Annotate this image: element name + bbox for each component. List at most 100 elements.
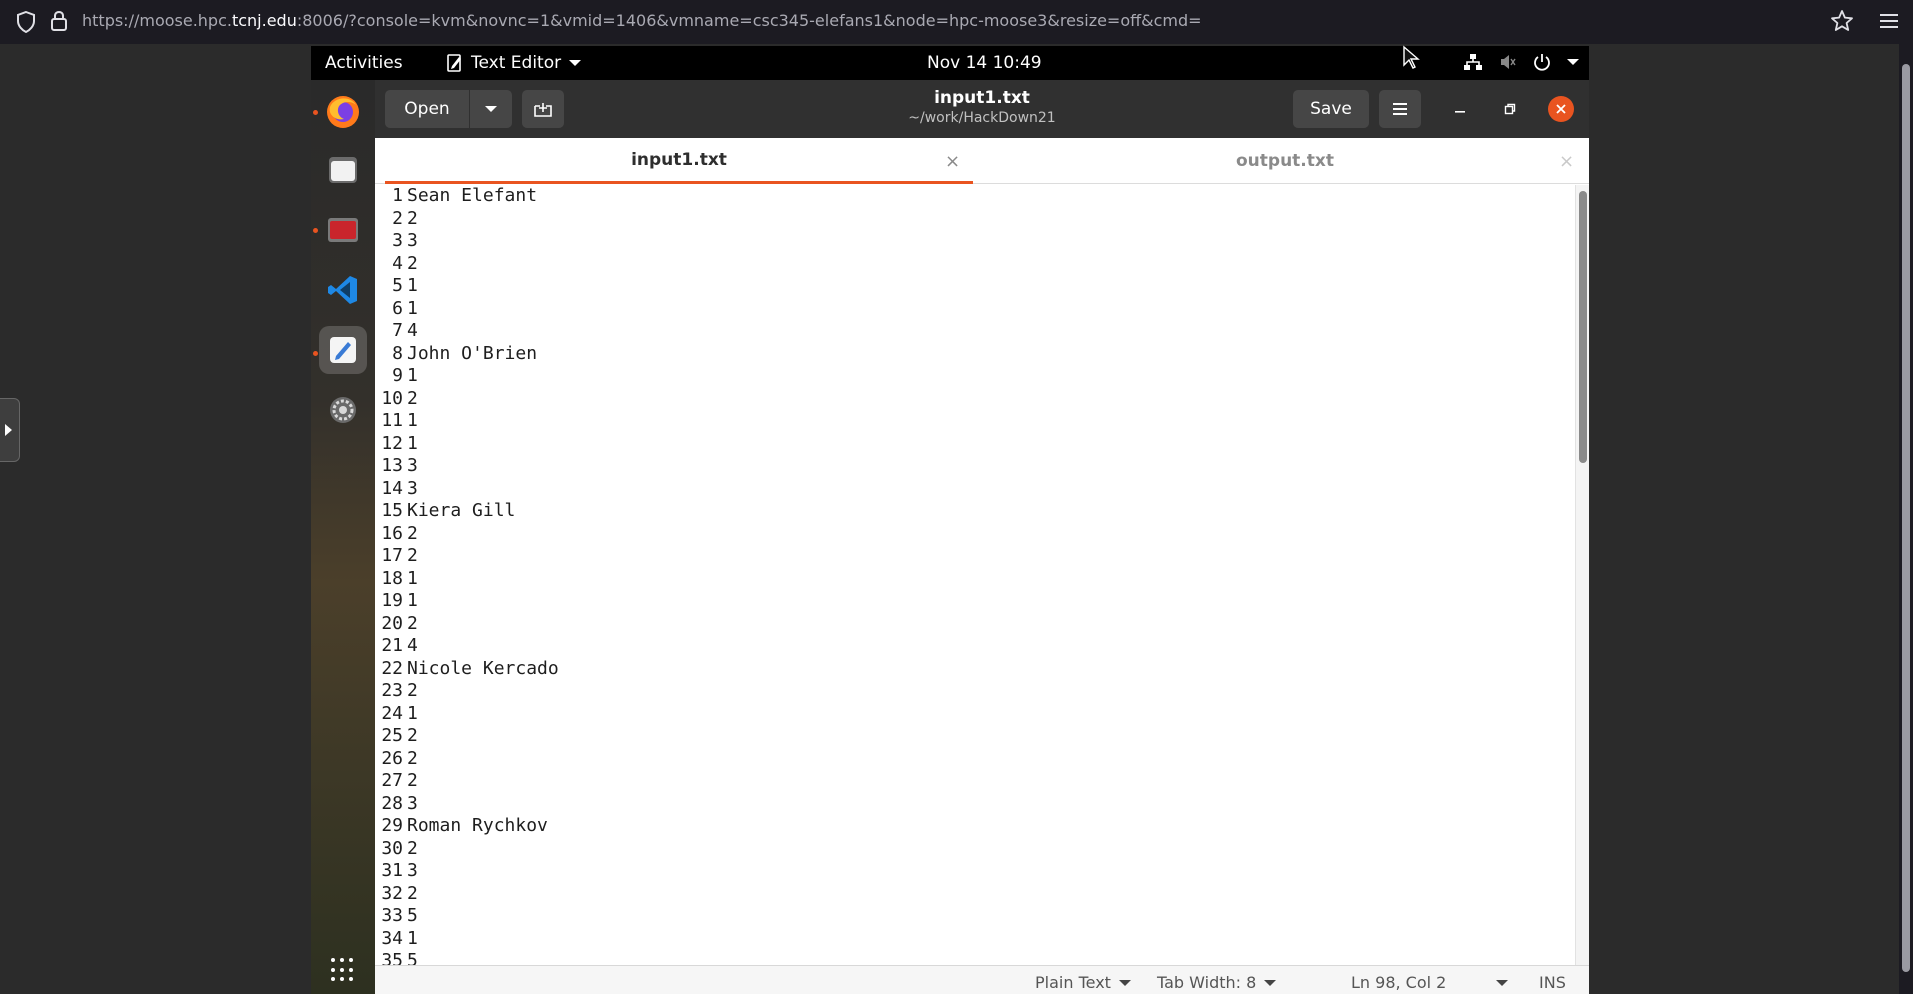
save-button[interactable]: Save <box>1293 90 1369 128</box>
firefox-launcher[interactable] <box>319 88 367 136</box>
line-number: 29 <box>381 815 403 836</box>
chevron-down-icon <box>1496 979 1509 986</box>
editor-scrollbar[interactable] <box>1575 185 1589 965</box>
close-button[interactable] <box>1548 96 1574 122</box>
tab-output[interactable]: output.txt × <box>985 138 1585 184</box>
text-line[interactable]: 10 2 <box>375 388 1575 411</box>
dock <box>311 80 375 994</box>
text-line[interactable]: 91 <box>375 365 1575 388</box>
text-line[interactable]: 12 1 <box>375 433 1575 456</box>
text-line[interactable]: 27 2 <box>375 770 1575 793</box>
line-text: 1 <box>407 590 418 611</box>
text-line[interactable]: 51 <box>375 275 1575 298</box>
text-line[interactable]: 34 1 <box>375 928 1575 951</box>
insert-mode-indicator[interactable]: INS <box>1539 973 1566 992</box>
text-line[interactable]: 33 5 <box>375 905 1575 928</box>
bookmark-star-icon[interactable] <box>1830 9 1854 33</box>
tab-width-selector[interactable]: Tab Width: 8 <box>1157 973 1277 992</box>
line-number: 26 <box>381 747 403 769</box>
line-text: 1 <box>407 297 418 319</box>
main-menu-button[interactable] <box>1379 90 1421 128</box>
text-line[interactable]: 32 2 <box>375 883 1575 906</box>
page-scrollbar-thumb[interactable] <box>1902 64 1910 972</box>
text-line[interactable]: 8 John O'Brien <box>375 343 1575 366</box>
text-line[interactable]: 20 2 <box>375 613 1575 636</box>
line-number: 4 <box>392 252 403 274</box>
syntax-selector[interactable]: Plain Text <box>1035 973 1131 992</box>
files-launcher[interactable] <box>319 146 367 194</box>
line-number: 5 <box>392 275 403 296</box>
line-text: 1 <box>407 365 418 386</box>
restore-button[interactable] <box>1497 96 1523 122</box>
line-text: 1 <box>407 702 418 724</box>
text-line[interactable]: 1 Sean Elefant <box>375 185 1575 208</box>
text-line[interactable]: 61 <box>375 298 1575 321</box>
terminal-launcher[interactable] <box>319 206 367 254</box>
text-editor-icon <box>447 54 461 72</box>
text-line[interactable]: 33 <box>375 230 1575 253</box>
text-line[interactable]: 74 <box>375 320 1575 343</box>
line-number: 12 <box>381 432 403 454</box>
text-editor-launcher[interactable] <box>319 326 367 374</box>
text-line[interactable]: 11 1 <box>375 410 1575 433</box>
system-tray[interactable] <box>1463 53 1579 71</box>
settings-launcher[interactable] <box>319 386 367 434</box>
line-text: 4 <box>407 320 418 341</box>
syntax-label: Plain Text <box>1035 973 1111 992</box>
line-text: Kiera Gill <box>407 500 516 521</box>
line-text: 1 <box>407 275 418 296</box>
new-tab-button[interactable] <box>522 90 564 128</box>
close-tab-icon[interactable]: × <box>1559 151 1574 172</box>
clock[interactable]: Nov 14 10:49 <box>927 53 1042 73</box>
text-line[interactable]: 23 2 <box>375 680 1575 703</box>
line-text: John O'Brien <box>407 342 538 364</box>
line-text: 2 <box>407 207 418 229</box>
vscode-icon <box>328 276 357 304</box>
line-text: 2 <box>407 522 418 544</box>
activities-button[interactable]: Activities <box>325 53 403 73</box>
text-line[interactable]: 14 3 <box>375 478 1575 501</box>
show-applications-icon[interactable] <box>331 958 355 982</box>
text-line[interactable]: 22 <box>375 208 1575 231</box>
open-button[interactable]: Open <box>385 90 469 128</box>
editor-scrollbar-thumb[interactable] <box>1579 191 1587 463</box>
lock-icon[interactable] <box>50 10 68 32</box>
tab-input1[interactable]: input1.txt × <box>385 138 973 184</box>
status-bar: Plain Text Tab Width: 8 Ln 98, Col 2 INS <box>375 965 1589 994</box>
page-scrollbar[interactable] <box>1899 44 1913 994</box>
chevron-down-icon <box>569 60 582 66</box>
app-menu[interactable]: Text Editor <box>447 53 582 73</box>
line-number: 1 <box>392 185 403 206</box>
text-line[interactable]: 19 1 <box>375 590 1575 613</box>
text-line[interactable]: 25 2 <box>375 725 1575 748</box>
text-line[interactable]: 15 Kiera Gill <box>375 500 1575 523</box>
novnc-control-handle[interactable] <box>0 398 20 462</box>
close-tab-icon[interactable]: × <box>945 151 960 172</box>
header-bar: Open input1.txt ~/work/HackDown21 Save <box>375 80 1589 138</box>
text-line[interactable]: 18 1 <box>375 568 1575 591</box>
line-text: 1 <box>407 432 418 454</box>
minimize-button[interactable] <box>1447 96 1473 122</box>
line-text: 5 <box>407 950 418 965</box>
text-view[interactable]: 1 Sean Elefant 2 2 3 3 4 2 5 1 6 1 7 4 8 John O'Brien 9 1… <box>375 185 1575 965</box>
text-line[interactable]: 29 Roman Rychkov <box>375 815 1575 838</box>
text-line[interactable]: 22 Nicole Kercado <box>375 658 1575 681</box>
url-bar[interactable]: https://moose.hpc.tcnj.edu:8006/?console… <box>82 11 1202 30</box>
text-line[interactable]: 42 <box>375 253 1575 276</box>
text-line[interactable]: 31 3 <box>375 860 1575 883</box>
line-text: 1 <box>407 410 418 431</box>
vscode-launcher[interactable] <box>319 266 367 314</box>
text-line[interactable]: 28 3 <box>375 793 1575 816</box>
text-line[interactable]: 24 1 <box>375 703 1575 726</box>
text-line[interactable]: 21 4 <box>375 635 1575 658</box>
text-line[interactable]: 30 2 <box>375 838 1575 861</box>
cursor-position-selector[interactable]: Ln 98, Col 2 <box>1351 973 1509 992</box>
hamburger-menu-icon[interactable] <box>1878 11 1900 31</box>
text-line[interactable]: 16 2 <box>375 523 1575 546</box>
text-line[interactable]: 35 5 <box>375 950 1575 965</box>
text-line[interactable]: 17 2 <box>375 545 1575 568</box>
text-line[interactable]: 13 3 <box>375 455 1575 478</box>
shield-icon[interactable] <box>16 11 36 33</box>
text-line[interactable]: 26 2 <box>375 748 1575 771</box>
open-recent-button[interactable] <box>470 90 512 128</box>
